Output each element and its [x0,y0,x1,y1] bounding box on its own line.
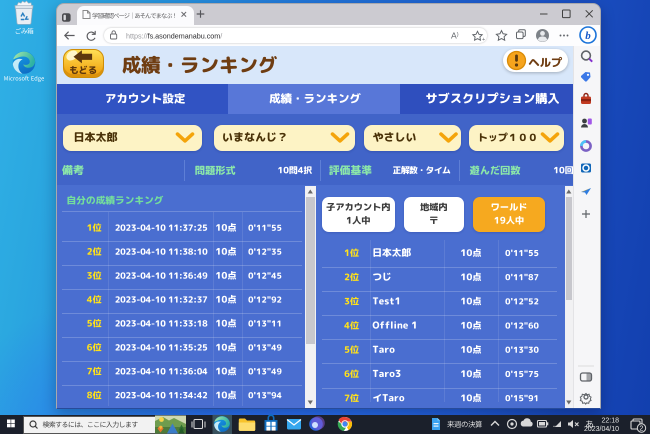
svg-text:https://fs.asondemanabu.com/: https://fs.asondemanabu.com/ [126,32,222,41]
svg-text:A): A) [451,31,459,41]
svg-text:22:18: 22:18 [601,418,619,425]
svg-text:b: b [585,30,591,42]
svg-text:+: + [482,37,485,43]
svg-text:2023/04/10: 2023/04/10 [584,426,619,433]
svg-text:2: 2 [640,426,644,433]
